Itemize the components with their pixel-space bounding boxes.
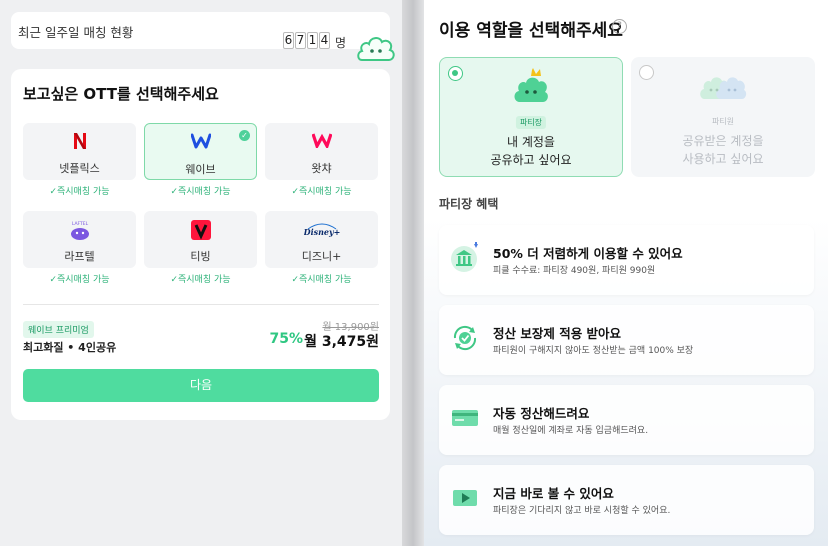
ott-tile-netflix[interactable]: 넷플릭스 [23,123,136,180]
benefits-heading: 파티장 혜택 [439,197,499,211]
ott-name: 티빙 [190,250,211,263]
role-text-line: 공유받은 계정을 [682,134,764,148]
disney-logo-text: Disney+ [304,227,340,237]
role-text-line: 공유하고 싶어요 [490,153,572,167]
discount-rate: 75% [269,331,303,347]
play-icon [453,490,477,506]
ott-tile-laftel[interactable]: LAFTEL 라프텔 [23,211,136,268]
panel-seam [402,0,424,546]
card-icon [452,410,478,426]
next-button[interactable]: 다음 [23,369,379,402]
left-panel: 최근 일주일 매칭 현황 6 7 1 4 명 보고싶은 OTT를 선택해주세요 … [0,0,402,546]
cloud-mascot-icon [357,37,395,61]
role-selection-title: 이용 역할을 선택해주세요 [439,21,623,41]
counter-digit: 6 [283,32,294,49]
radio-selected-icon[interactable] [448,66,463,81]
paired-mascot-icon [700,77,747,99]
laftel-logo-icon: LAFTEL [70,221,89,240]
benefit-title: 자동 정산해드려요 [493,406,590,421]
benefit-title: 지금 바로 볼 수 있어요 [493,486,614,501]
ott-name: 디즈니+ [301,250,342,263]
benefit-card: 정산 보장제 적용 받아요 파티원이 구해지지 않아도 정산받는 금액 100%… [439,305,814,375]
instant-match-tag: ✓즉시매칭 가능 [49,187,110,197]
instant-match-tag: ✓즉시매칭 가능 [170,187,231,197]
instant-match-tag: ✓즉시매칭 가능 [291,187,352,197]
benefit-description: 매월 정산일에 계좌로 자동 입금해드려요. [493,426,649,436]
role-text-line: 내 계정을 [507,135,555,149]
benefit-description: 피클 수수료: 파티장 490원, 파티원 990원 [493,266,656,276]
role-tag: 파티장 [515,116,547,129]
ott-tile-wavve[interactable]: ✓ 웨이브 [144,123,257,180]
wavve-logo-icon [190,133,211,149]
final-price: 월 3,475원 [304,334,379,350]
ott-tile-watcha[interactable]: 왓챠 [265,123,378,180]
plan-badge: 웨이브 프리미엄 [23,321,94,338]
bank-icon [451,242,478,272]
role-text-line: 사용하고 싶어요 [682,152,764,166]
ott-name: 라프텔 [64,250,95,263]
role-tag: 파티원 [711,117,735,126]
matching-counter: 6 7 1 4 [283,32,330,49]
crowned-mascot-icon [514,68,548,102]
radio-unselected-icon[interactable] [639,65,654,80]
counter-digit: 7 [295,32,306,49]
benefit-description: 파티원이 구해지지 않아도 정산받는 금액 100% 보장 [493,346,694,356]
ott-tile-tving[interactable]: 티빙 [144,211,257,268]
tving-logo-icon [190,220,211,240]
weekly-matching-stats: 최근 일주일 매칭 현황 6 7 1 4 명 [11,12,395,61]
selected-check-icon: ✓ [239,130,250,141]
benefit-title: 정산 보장제 적용 받아요 [493,326,622,341]
benefit-card: 자동 정산해드려요 매월 정산일에 계좌로 자동 입금해드려요. [439,385,814,455]
help-icon[interactable]: ? [612,19,627,34]
ott-name: 넷플릭스 [59,162,100,175]
laftel-logo-text: LAFTEL [71,221,88,227]
instant-match-tag: ✓즉시매칭 가능 [49,275,110,285]
ott-tile-disney-plus[interactable]: Disney+ 디즈니+ [265,211,378,268]
instant-match-tag: ✓즉시매칭 가능 [291,275,352,285]
counter-digit: 1 [307,32,318,49]
ott-selection-card: 보고싶은 OTT를 선택해주세요 넷플릭스 ✓ 웨이브 왓챠 ✓즉시매칭 가능 … [11,69,390,420]
ott-name: 왓챠 [311,162,332,175]
divider [23,304,379,305]
plan-description: 최고화질 • 4인공유 [23,341,117,354]
benefit-card: 50% 더 저렴하게 이용할 수 있어요 피클 수수료: 파티장 490원, 파… [439,225,814,295]
stats-label: 최근 일주일 매칭 현황 [18,25,134,40]
benefit-card: 지금 바로 볼 수 있어요 파티장은 기다리지 않고 바로 시청할 수 있어요. [439,465,814,535]
ott-name: 웨이브 [185,163,216,176]
disney-plus-logo-icon: Disney+ [304,223,340,237]
counter-unit: 명 [335,36,347,50]
benefit-description: 파티장은 기다리지 않고 바로 시청할 수 있어요. [493,506,671,516]
refresh-shield-icon [453,325,477,351]
benefit-title: 50% 더 저렴하게 이용할 수 있어요 [493,246,683,261]
role-option-party-leader[interactable]: 파티장 내 계정을 공유하고 싶어요 [439,57,623,177]
right-panel: 이용 역할을 선택해주세요 ? 파티장 내 계정을 공유하고 싶어요 파티원 공… [424,0,828,546]
instant-match-tag: ✓즉시매칭 가능 [170,275,231,285]
watcha-logo-icon [311,133,332,148]
ott-selection-title: 보고싶은 OTT를 선택해주세요 [23,85,219,103]
counter-digit: 4 [319,32,330,49]
role-option-party-member[interactable]: 파티원 공유받은 계정을 사용하고 싶어요 [631,57,815,177]
netflix-logo-icon [73,133,86,149]
